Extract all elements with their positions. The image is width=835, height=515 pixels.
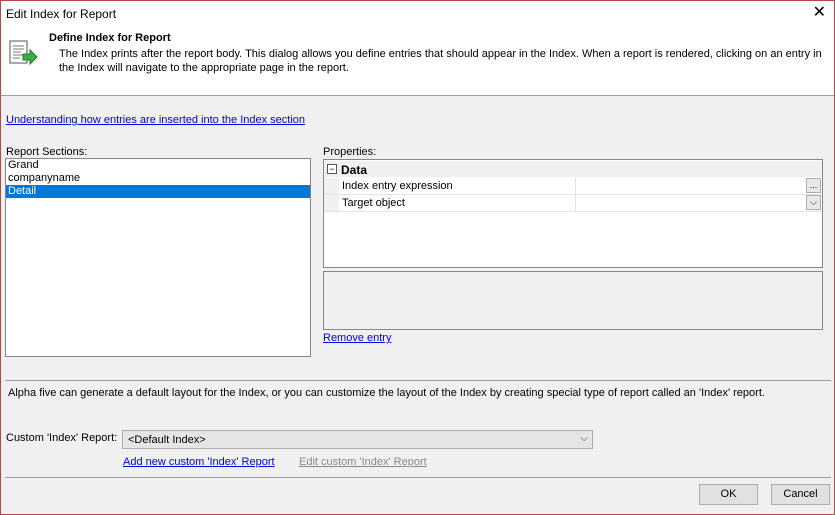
- list-item[interactable]: Grand: [6, 159, 310, 172]
- dropdown-value: <Default Index>: [128, 434, 206, 446]
- chevron-down-icon[interactable]: ⌵: [806, 195, 821, 210]
- chevron-down-icon[interactable]: ⌵: [580, 433, 588, 444]
- add-custom-report-link[interactable]: Add new custom 'Index' Report: [123, 456, 275, 468]
- close-icon[interactable]: ✕: [813, 4, 826, 22]
- dialog-header: Define Index for Report The Index prints…: [1, 27, 834, 96]
- property-grid: − Data Index entry expression ... Target…: [323, 159, 823, 268]
- header-description-line: The Index prints after the report body. …: [59, 48, 822, 60]
- properties-label: Properties:: [323, 146, 377, 158]
- ok-button[interactable]: OK: [699, 484, 758, 505]
- row-gutter: [324, 178, 339, 194]
- edit-custom-report-link: Edit custom 'Index' Report: [299, 456, 427, 468]
- window-title: Edit Index for Report: [6, 7, 117, 21]
- help-link[interactable]: Understanding how entries are inserted i…: [6, 114, 305, 126]
- report-index-icon: [9, 40, 38, 66]
- custom-report-label: Custom 'Index' Report:: [6, 432, 118, 444]
- category-name: Data: [341, 163, 368, 177]
- property-row[interactable]: Target object ⌵: [324, 195, 822, 212]
- remove-entry-link[interactable]: Remove entry: [323, 332, 391, 344]
- property-name: Target object: [342, 197, 405, 209]
- collapse-icon[interactable]: −: [327, 164, 337, 174]
- divider: [5, 477, 831, 478]
- custom-report-dropdown[interactable]: <Default Index> ⌵: [122, 430, 593, 449]
- header-description: The Index prints after the report body. …: [59, 47, 829, 75]
- dialog-window: Edit Index for Report ✕ Define Index for…: [0, 0, 835, 515]
- column-divider: [575, 178, 576, 194]
- report-sections-list[interactable]: Grand companyname Detail: [5, 158, 311, 357]
- property-description-box: [323, 271, 823, 330]
- header-title: Define Index for Report: [49, 32, 171, 44]
- list-item-selected[interactable]: Detail: [6, 185, 310, 198]
- column-divider: [575, 195, 576, 211]
- cancel-button[interactable]: Cancel: [771, 484, 830, 505]
- info-text: Alpha five can generate a default layout…: [8, 387, 765, 399]
- ellipsis-button[interactable]: ...: [806, 178, 821, 193]
- property-name: Index entry expression: [342, 180, 453, 192]
- divider: [5, 380, 831, 381]
- title-bar: Edit Index for Report ✕: [1, 1, 834, 27]
- list-item[interactable]: companyname: [6, 172, 310, 185]
- header-description-line: the Index will navigate to the appropria…: [59, 62, 349, 74]
- row-gutter: [324, 195, 339, 211]
- report-sections-label: Report Sections:: [6, 146, 88, 158]
- property-row[interactable]: Index entry expression ...: [324, 178, 822, 195]
- property-category: − Data: [324, 161, 822, 177]
